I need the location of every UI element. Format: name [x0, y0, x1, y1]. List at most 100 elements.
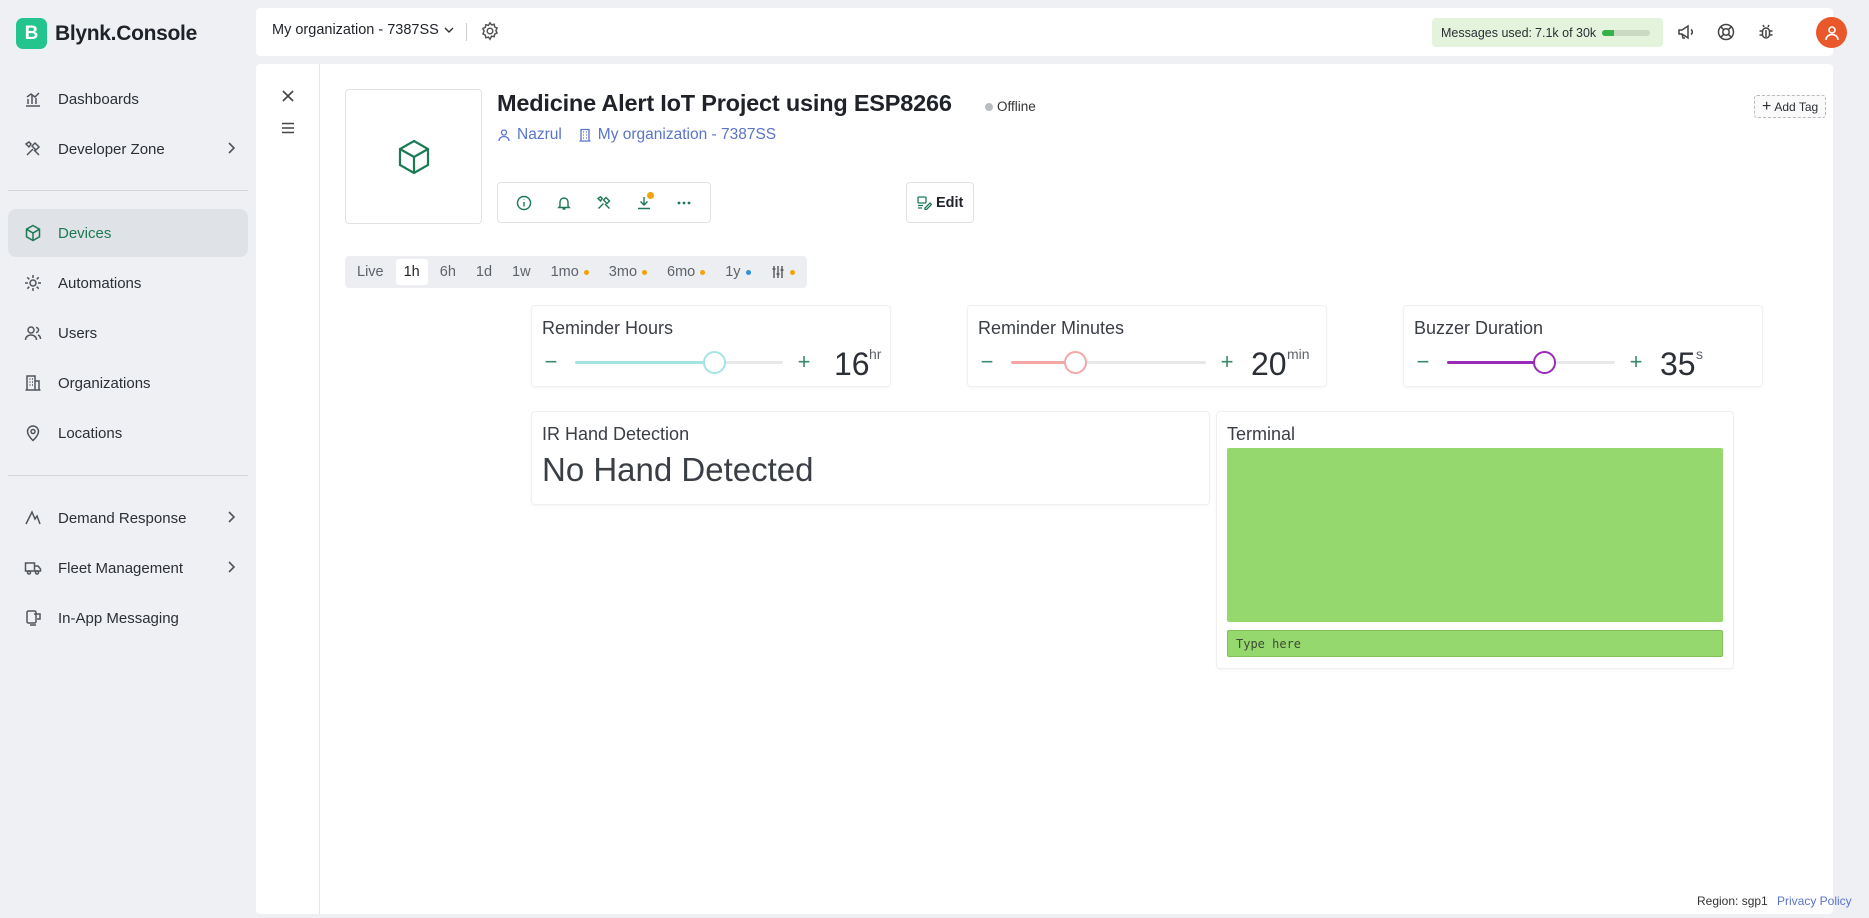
premium-dot [642, 269, 648, 275]
sliders-icon [772, 266, 784, 278]
sidebar-item-users[interactable]: Users [8, 309, 248, 357]
sidebar-item-dashboards[interactable]: Dashboards [8, 75, 248, 123]
chevron-right-icon [228, 561, 236, 573]
download-button[interactable] [624, 187, 664, 219]
panel-rail [256, 64, 320, 914]
info-icon [516, 195, 532, 210]
widget-title: Reminder Minutes [978, 318, 1125, 338]
time-range-label: 1h [403, 264, 420, 280]
tools-icon [24, 141, 41, 156]
chevron-right-icon [228, 142, 236, 154]
time-range-3mo[interactable]: 3mo [601, 259, 655, 285]
sidebar-item-organizations[interactable]: Organizations [8, 359, 248, 407]
messaging-icon [26, 610, 41, 626]
time-range-1y[interactable]: 1y [717, 259, 758, 285]
device-panel: Medicine Alert IoT Project using ESP8266… [256, 64, 1833, 914]
sidebar-item-label: Developer Zone [58, 140, 165, 158]
organization-selector[interactable]: My organization - 7387SS [272, 22, 455, 38]
time-range-6h[interactable]: 6h [432, 259, 464, 285]
time-range-6mo[interactable]: 6mo [659, 259, 713, 285]
device-actions [497, 182, 711, 223]
app-logo[interactable]: B Blynk.Console [16, 18, 197, 49]
info-button[interactable] [504, 187, 544, 219]
terminal-input[interactable] [1227, 630, 1723, 657]
time-range-1h[interactable]: 1h [395, 259, 428, 285]
edit-dashboard-button[interactable]: Edit [906, 182, 975, 223]
truck-icon [24, 562, 42, 575]
privacy-policy-link[interactable]: Privacy Policy [1777, 894, 1852, 908]
decrement-button[interactable]: − [542, 351, 560, 373]
slider-unit: s [1696, 346, 1703, 362]
increment-button[interactable]: + [795, 351, 813, 373]
device-owner-link[interactable]: Nazrul [497, 126, 562, 144]
device-organization-link[interactable]: My organization - 7387SS [578, 126, 776, 144]
time-range-label: 3mo [608, 264, 638, 280]
megaphone-icon[interactable] [1676, 22, 1696, 42]
slider-fill [575, 361, 715, 364]
user-avatar[interactable] [1816, 17, 1847, 48]
developer-tools-button[interactable] [584, 187, 624, 219]
messages-used-indicator[interactable]: Messages used: 7.1k of 30k [1432, 18, 1663, 47]
premium-dot [700, 269, 706, 275]
gear-icon[interactable] [480, 21, 500, 41]
messages-used-value: 7.1k of 30k [1535, 25, 1597, 40]
slider-value: 35 [1660, 346, 1696, 382]
cube-icon [398, 139, 429, 174]
device-status: Offline [985, 99, 1036, 114]
time-range-1d[interactable]: 1d [468, 259, 500, 285]
sidebar-item-in-app-messaging[interactable]: In-App Messaging [8, 594, 248, 642]
bell-icon [557, 196, 571, 210]
organization-name: My organization - 7387SS [272, 22, 439, 38]
add-tag-label: Add Tag [1774, 99, 1819, 114]
edit-label: Edit [936, 194, 964, 211]
sidebar-item-fleet-management[interactable]: Fleet Management [8, 544, 248, 592]
time-range-1mo[interactable]: 1mo [543, 259, 597, 285]
widget-title: Reminder Hours [542, 318, 674, 338]
add-tag-button[interactable]: + Add Tag [1754, 95, 1827, 118]
widget-terminal: Terminal [1217, 412, 1733, 668]
sidebar-item-label: Devices [58, 224, 112, 242]
sidebar-item-label: Fleet Management [58, 559, 184, 577]
sidebar-item-demand-response[interactable]: Demand Response [8, 494, 248, 542]
slider-thumb[interactable] [703, 351, 727, 374]
sidebar-item-developer-zone[interactable]: Developer Zone [8, 125, 248, 173]
decrement-button[interactable]: − [978, 351, 996, 373]
decrement-button[interactable]: − [1414, 351, 1432, 373]
more-button[interactable] [664, 187, 704, 219]
device-organization: My organization - 7387SS [597, 126, 777, 143]
slider-control: − + 35 s [1414, 346, 1752, 382]
more-dots-icon [677, 201, 691, 204]
widget-ir-hand-detection: IR Hand Detection No Hand Detected [532, 412, 1209, 504]
time-range-live[interactable]: Live [349, 259, 392, 285]
sidebar-item-automations[interactable]: Automations [8, 259, 248, 307]
slider-thumb[interactable] [1064, 351, 1088, 374]
topbar-divider [466, 23, 467, 41]
sidebar-item-label: In-App Messaging [58, 609, 179, 627]
status-dot [985, 102, 993, 111]
slider-track[interactable] [1011, 351, 1206, 374]
bug-icon[interactable] [1756, 22, 1776, 42]
menu-icon[interactable] [280, 120, 296, 136]
slider-track[interactable] [1447, 351, 1615, 374]
device-owner: Nazrul [517, 126, 562, 143]
notifications-button[interactable] [544, 187, 584, 219]
increment-button[interactable]: + [1218, 351, 1236, 373]
sidebar-item-label: Automations [58, 274, 142, 292]
widget-title: Terminal [1227, 424, 1296, 444]
status-label: Offline [997, 99, 1036, 114]
messages-progress-fill [1602, 29, 1614, 36]
close-icon[interactable] [280, 88, 296, 104]
help-lifebuoy-icon[interactable] [1716, 22, 1736, 42]
sidebar-item-label: Locations [58, 424, 123, 442]
slider-unit: min [1287, 346, 1310, 362]
sidebar-item-locations[interactable]: Locations [8, 409, 248, 457]
cube-icon [25, 224, 41, 242]
time-range-custom[interactable] [763, 259, 803, 285]
terminal-output[interactable] [1227, 448, 1723, 622]
sidebar-item-devices[interactable]: Devices [8, 209, 248, 257]
slider-track[interactable] [575, 351, 783, 374]
sidebar-item-label: Demand Response [58, 509, 187, 527]
increment-button[interactable]: + [1627, 351, 1645, 373]
slider-thumb[interactable] [1533, 351, 1557, 374]
time-range-1w[interactable]: 1w [504, 259, 539, 285]
